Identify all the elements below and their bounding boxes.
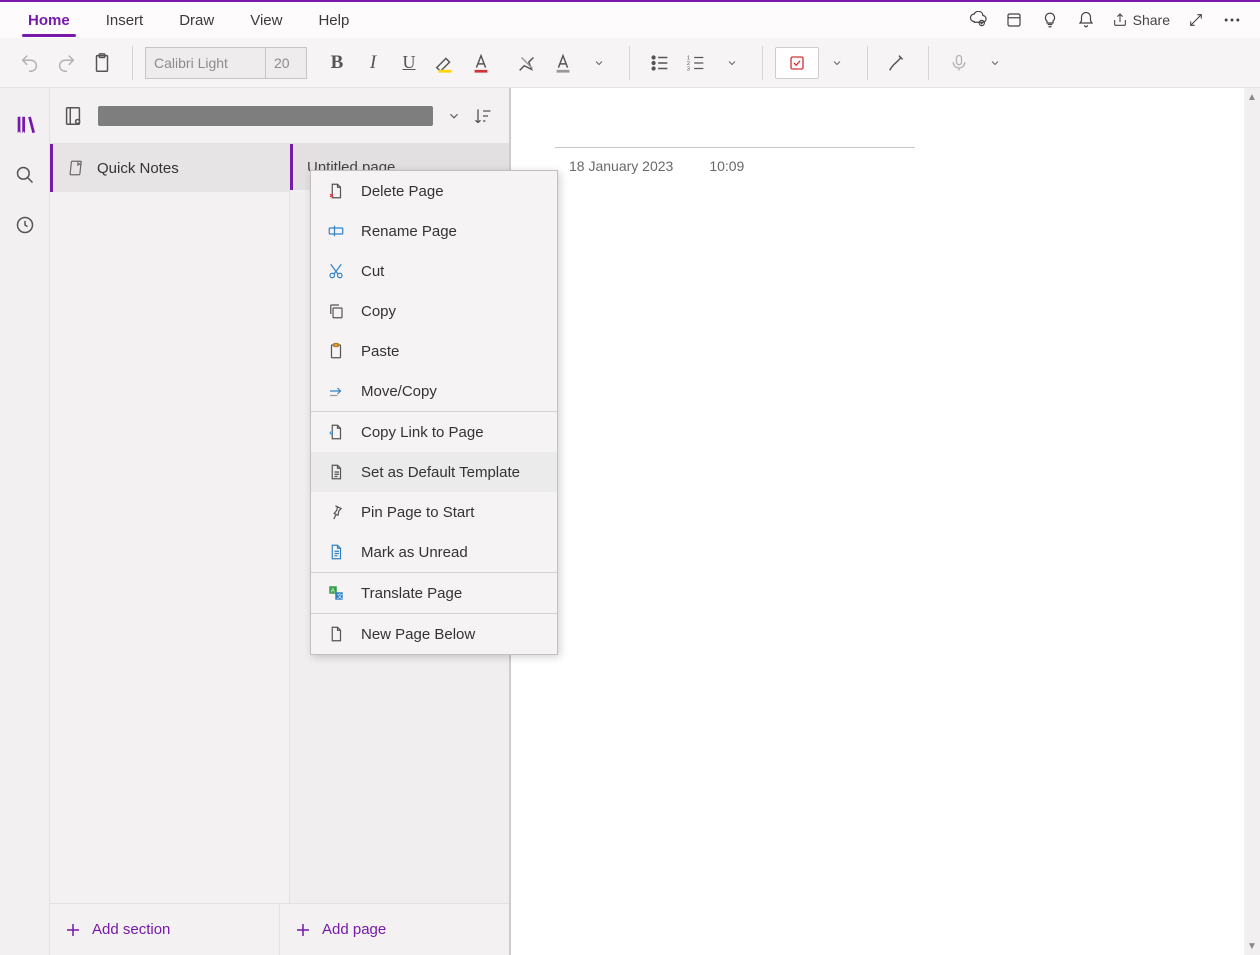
rename-icon [325, 220, 347, 242]
page-date: 18 January 2023 [569, 158, 673, 174]
scroll-down-icon[interactable]: ▼ [1244, 937, 1260, 955]
bold-button[interactable]: B [319, 43, 355, 83]
notebook-name-redacted[interactable] [98, 106, 433, 126]
ctx-set-default-template[interactable]: Set as Default Template [311, 452, 557, 492]
more-icon[interactable] [1214, 2, 1250, 38]
ctx-translate[interactable]: A文 Translate Page [311, 573, 557, 613]
feed-icon[interactable] [996, 2, 1032, 38]
navigation-rail [0, 88, 50, 955]
ctx-copy-link[interactable]: Copy Link to Page [311, 412, 557, 452]
share-button[interactable]: Share [1104, 2, 1178, 38]
page-context-menu: Delete Page Rename Page Cut Copy Paste [310, 170, 558, 655]
pin-icon [325, 501, 347, 523]
section-icon [66, 157, 86, 179]
clipboard-button[interactable] [84, 43, 120, 83]
underline-button[interactable]: U [391, 43, 427, 83]
font-picker[interactable] [145, 47, 307, 79]
recent-icon[interactable] [0, 202, 50, 248]
sync-status-icon[interactable] [960, 2, 996, 38]
italic-button[interactable]: I [355, 43, 391, 83]
move-icon [325, 380, 347, 402]
page-canvas[interactable]: 18 January 2023 10:09 ▲ ▼ [510, 88, 1260, 955]
notebooks-icon[interactable] [0, 102, 50, 148]
undo-button[interactable] [12, 43, 48, 83]
share-label: Share [1133, 12, 1170, 28]
notifications-icon[interactable] [1068, 2, 1104, 38]
dictate-button[interactable] [941, 43, 977, 83]
paragraph-more-dropdown[interactable] [714, 43, 750, 83]
ctx-paste[interactable]: Paste [311, 331, 557, 371]
scroll-up-icon[interactable]: ▲ [1244, 88, 1260, 106]
notebook-icon [62, 105, 84, 127]
todo-tag-button[interactable] [775, 47, 819, 79]
ribbon: B I U 123 [0, 38, 1260, 88]
font-color-button[interactable] [463, 43, 499, 83]
add-page-button[interactable]: Add page [279, 904, 509, 955]
vertical-scrollbar[interactable]: ▲ ▼ [1244, 88, 1260, 955]
search-icon[interactable] [0, 152, 50, 198]
add-section-label: Add section [92, 921, 170, 938]
unread-icon [325, 541, 347, 563]
svg-text:A: A [331, 588, 335, 594]
redo-button[interactable] [48, 43, 84, 83]
paste-icon [325, 340, 347, 362]
section-label: Quick Notes [97, 160, 179, 177]
clear-formatting-button[interactable] [509, 43, 545, 83]
ctx-copy[interactable]: Copy [311, 291, 557, 331]
template-icon [325, 461, 347, 483]
page-time: 10:09 [709, 158, 744, 174]
format-painter-button[interactable] [545, 43, 581, 83]
notebook-dropdown[interactable] [447, 109, 461, 123]
bullets-button[interactable] [642, 43, 678, 83]
dictate-dropdown[interactable] [977, 43, 1013, 83]
numbering-button[interactable]: 123 [678, 43, 714, 83]
font-more-dropdown[interactable] [581, 43, 617, 83]
ctx-delete-page[interactable]: Delete Page [311, 171, 557, 211]
tab-help[interactable]: Help [300, 2, 367, 38]
copy-icon [325, 300, 347, 322]
font-name-input[interactable] [145, 47, 265, 79]
new-page-icon [325, 623, 347, 645]
add-page-label: Add page [322, 921, 386, 938]
ctx-cut[interactable]: Cut [311, 251, 557, 291]
font-size-input[interactable] [265, 47, 307, 79]
ctx-rename-page[interactable]: Rename Page [311, 211, 557, 251]
tab-insert[interactable]: Insert [88, 2, 162, 38]
tab-view[interactable]: View [232, 2, 300, 38]
sections-list: Quick Notes [50, 144, 290, 903]
tab-home[interactable]: Home [10, 2, 88, 38]
copy-link-icon [325, 421, 347, 443]
ctx-new-page-below[interactable]: New Page Below [311, 614, 557, 654]
sort-pages-button[interactable] [469, 106, 497, 126]
delete-page-icon [325, 180, 347, 202]
cut-icon [325, 260, 347, 282]
add-section-button[interactable]: Add section [50, 904, 279, 955]
svg-text:3: 3 [687, 66, 690, 72]
ctx-mark-unread[interactable]: Mark as Unread [311, 532, 557, 572]
ctx-pin-page[interactable]: Pin Page to Start [311, 492, 557, 532]
fullscreen-icon[interactable] [1178, 2, 1214, 38]
highlight-button[interactable] [427, 43, 463, 83]
translate-icon: A文 [325, 582, 347, 604]
tags-dropdown[interactable] [819, 43, 855, 83]
section-item[interactable]: Quick Notes [50, 144, 289, 192]
ctx-move-copy[interactable]: Move/Copy [311, 371, 557, 411]
ideas-icon[interactable] [1032, 2, 1068, 38]
tabbar: Home Insert Draw View Help Share [0, 2, 1260, 38]
tab-draw[interactable]: Draw [161, 2, 232, 38]
page-title-input[interactable] [555, 102, 915, 148]
ink-button[interactable] [880, 43, 916, 83]
